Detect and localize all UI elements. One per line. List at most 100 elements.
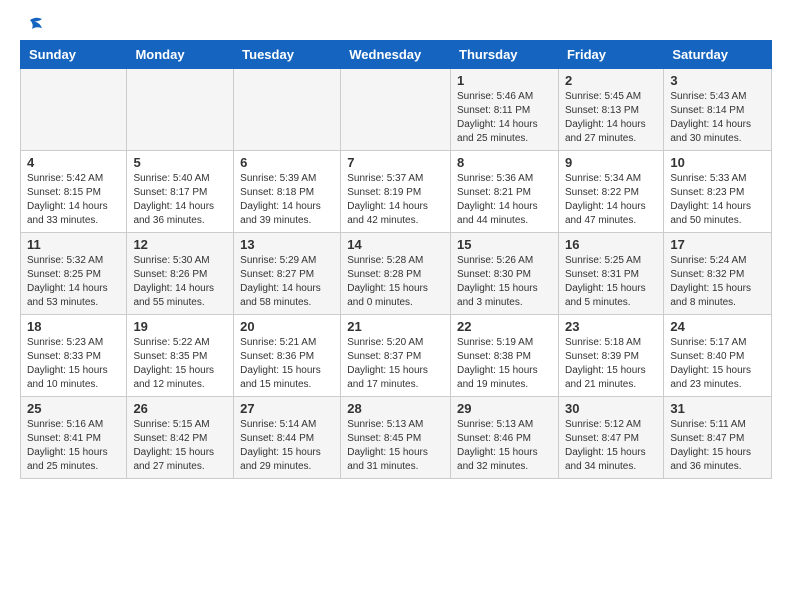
calendar-cell: 5 Sunrise: 5:40 AM Sunset: 8:17 PM Daylig… bbox=[127, 151, 234, 233]
calendar-cell: 2 Sunrise: 5:45 AM Sunset: 8:13 PM Daylig… bbox=[558, 69, 663, 151]
day-info: Sunrise: 5:18 AM Sunset: 8:39 PM Dayligh… bbox=[565, 336, 657, 392]
calendar-cell: 7 Sunrise: 5:37 AM Sunset: 8:19 PM Daylig… bbox=[341, 151, 451, 233]
calendar-cell: 27 Sunrise: 5:14 AM Sunset: 8:44 PM Dayli… bbox=[234, 397, 341, 479]
day-number: 2 bbox=[565, 73, 657, 88]
calendar-cell bbox=[341, 69, 451, 151]
day-info: Sunrise: 5:14 AM Sunset: 8:44 PM Dayligh… bbox=[240, 418, 334, 474]
day-info: Sunrise: 5:26 AM Sunset: 8:30 PM Dayligh… bbox=[457, 254, 552, 310]
calendar-cell: 24 Sunrise: 5:17 AM Sunset: 8:40 PM Dayli… bbox=[664, 315, 772, 397]
day-number: 12 bbox=[133, 237, 227, 252]
day-number: 27 bbox=[240, 401, 334, 416]
calendar-cell: 6 Sunrise: 5:39 AM Sunset: 8:18 PM Daylig… bbox=[234, 151, 341, 233]
logo-bird-icon bbox=[22, 16, 44, 34]
day-info: Sunrise: 5:23 AM Sunset: 8:33 PM Dayligh… bbox=[27, 336, 120, 392]
calendar-cell: 13Sunrise: 5:29 AM Sunset: 8:27 PM Dayli… bbox=[234, 233, 341, 315]
day-number: 5 bbox=[133, 155, 227, 170]
calendar-cell bbox=[127, 69, 234, 151]
day-number: 9 bbox=[565, 155, 657, 170]
day-info: Sunrise: 5:12 AM Sunset: 8:47 PM Dayligh… bbox=[565, 418, 657, 474]
day-info: Sunrise: 5:21 AM Sunset: 8:36 PM Dayligh… bbox=[240, 336, 334, 392]
calendar-week-5: 25 Sunrise: 5:16 AM Sunset: 8:41 PM Dayli… bbox=[21, 397, 772, 479]
calendar-cell: 15 Sunrise: 5:26 AM Sunset: 8:30 PM Dayli… bbox=[451, 233, 559, 315]
day-info: Sunrise: 5:17 AM Sunset: 8:40 PM Dayligh… bbox=[670, 336, 765, 392]
calendar-header-wednesday: Wednesday bbox=[341, 41, 451, 69]
calendar-header-saturday: Saturday bbox=[664, 41, 772, 69]
day-info: Sunrise: 5:30 AM Sunset: 8:26 PM Dayligh… bbox=[133, 254, 227, 310]
day-number: 16 bbox=[565, 237, 657, 252]
calendar-cell: 4 Sunrise: 5:42 AM Sunset: 8:15 PM Daylig… bbox=[21, 151, 127, 233]
day-number: 6 bbox=[240, 155, 334, 170]
day-info: Sunrise: 5:33 AM Sunset: 8:23 PM Dayligh… bbox=[670, 172, 765, 228]
calendar-cell: 8 Sunrise: 5:36 AM Sunset: 8:21 PM Daylig… bbox=[451, 151, 559, 233]
day-number: 7 bbox=[347, 155, 444, 170]
day-info: Sunrise: 5:42 AM Sunset: 8:15 PM Dayligh… bbox=[27, 172, 120, 228]
day-info: Sunrise: 5:13 AM Sunset: 8:45 PM Dayligh… bbox=[347, 418, 444, 474]
day-number: 10 bbox=[670, 155, 765, 170]
calendar-week-1: 1 Sunrise: 5:46 AM Sunset: 8:11 PM Daylig… bbox=[21, 69, 772, 151]
day-info: Sunrise: 5:16 AM Sunset: 8:41 PM Dayligh… bbox=[27, 418, 120, 474]
calendar-cell: 3 Sunrise: 5:43 AM Sunset: 8:14 PM Daylig… bbox=[664, 69, 772, 151]
page-container: SundayMondayTuesdayWednesdayThursdayFrid… bbox=[0, 0, 792, 495]
calendar-cell: 18 Sunrise: 5:23 AM Sunset: 8:33 PM Dayli… bbox=[21, 315, 127, 397]
calendar-cell: 30 Sunrise: 5:12 AM Sunset: 8:47 PM Dayli… bbox=[558, 397, 663, 479]
day-number: 11 bbox=[27, 237, 120, 252]
day-info: Sunrise: 5:39 AM Sunset: 8:18 PM Dayligh… bbox=[240, 172, 334, 228]
day-info: Sunrise: 5:19 AM Sunset: 8:38 PM Dayligh… bbox=[457, 336, 552, 392]
calendar-cell: 26 Sunrise: 5:15 AM Sunset: 8:42 PM Dayli… bbox=[127, 397, 234, 479]
calendar-cell: 16 Sunrise: 5:25 AM Sunset: 8:31 PM Dayli… bbox=[558, 233, 663, 315]
day-number: 24 bbox=[670, 319, 765, 334]
calendar-header-friday: Friday bbox=[558, 41, 663, 69]
calendar-cell: 1 Sunrise: 5:46 AM Sunset: 8:11 PM Daylig… bbox=[451, 69, 559, 151]
header bbox=[20, 16, 772, 30]
calendar-cell: 25 Sunrise: 5:16 AM Sunset: 8:41 PM Dayli… bbox=[21, 397, 127, 479]
day-number: 30 bbox=[565, 401, 657, 416]
day-info: Sunrise: 5:45 AM Sunset: 8:13 PM Dayligh… bbox=[565, 90, 657, 146]
day-info: Sunrise: 5:11 AM Sunset: 8:47 PM Dayligh… bbox=[670, 418, 765, 474]
calendar-cell: 17Sunrise: 5:24 AM Sunset: 8:32 PM Dayli… bbox=[664, 233, 772, 315]
calendar-cell: 22 Sunrise: 5:19 AM Sunset: 8:38 PM Dayli… bbox=[451, 315, 559, 397]
calendar-cell: 11 Sunrise: 5:32 AM Sunset: 8:25 PM Dayli… bbox=[21, 233, 127, 315]
calendar-header-tuesday: Tuesday bbox=[234, 41, 341, 69]
calendar-week-2: 4 Sunrise: 5:42 AM Sunset: 8:15 PM Daylig… bbox=[21, 151, 772, 233]
calendar-cell bbox=[234, 69, 341, 151]
day-number: 25 bbox=[27, 401, 120, 416]
day-number: 1 bbox=[457, 73, 552, 88]
day-number: 22 bbox=[457, 319, 552, 334]
day-info: Sunrise: 5:15 AM Sunset: 8:42 PM Dayligh… bbox=[133, 418, 227, 474]
day-info: Sunrise: 5:34 AM Sunset: 8:22 PM Dayligh… bbox=[565, 172, 657, 228]
calendar-cell: 12 Sunrise: 5:30 AM Sunset: 8:26 PM Dayli… bbox=[127, 233, 234, 315]
day-info: Sunrise: 5:43 AM Sunset: 8:14 PM Dayligh… bbox=[670, 90, 765, 146]
day-info: Sunrise: 5:46 AM Sunset: 8:11 PM Dayligh… bbox=[457, 90, 552, 146]
day-info: Sunrise: 5:25 AM Sunset: 8:31 PM Dayligh… bbox=[565, 254, 657, 310]
day-info: Sunrise: 5:24 AM Sunset: 8:32 PM Dayligh… bbox=[670, 254, 765, 310]
day-info: Sunrise: 5:40 AM Sunset: 8:17 PM Dayligh… bbox=[133, 172, 227, 228]
calendar-header-monday: Monday bbox=[127, 41, 234, 69]
day-number: 31 bbox=[670, 401, 765, 416]
calendar-cell: 10 Sunrise: 5:33 AM Sunset: 8:23 PM Dayli… bbox=[664, 151, 772, 233]
calendar-cell: 14Sunrise: 5:28 AM Sunset: 8:28 PM Dayli… bbox=[341, 233, 451, 315]
day-number: 28 bbox=[347, 401, 444, 416]
calendar-cell: 31 Sunrise: 5:11 AM Sunset: 8:47 PM Dayli… bbox=[664, 397, 772, 479]
calendar-header-thursday: Thursday bbox=[451, 41, 559, 69]
calendar-table: SundayMondayTuesdayWednesdayThursdayFrid… bbox=[20, 40, 772, 479]
day-number: 26 bbox=[133, 401, 227, 416]
day-number: 18 bbox=[27, 319, 120, 334]
day-number: 15 bbox=[457, 237, 552, 252]
day-info: Sunrise: 5:36 AM Sunset: 8:21 PM Dayligh… bbox=[457, 172, 552, 228]
day-number: 19 bbox=[133, 319, 227, 334]
day-info: Sunrise: 5:37 AM Sunset: 8:19 PM Dayligh… bbox=[347, 172, 444, 228]
day-info: Sunrise: 5:22 AM Sunset: 8:35 PM Dayligh… bbox=[133, 336, 227, 392]
day-number: 23 bbox=[565, 319, 657, 334]
day-info: Sunrise: 5:13 AM Sunset: 8:46 PM Dayligh… bbox=[457, 418, 552, 474]
calendar-cell: 20 Sunrise: 5:21 AM Sunset: 8:36 PM Dayli… bbox=[234, 315, 341, 397]
day-number: 20 bbox=[240, 319, 334, 334]
calendar-cell: 9 Sunrise: 5:34 AM Sunset: 8:22 PM Daylig… bbox=[558, 151, 663, 233]
day-info: Sunrise: 5:32 AM Sunset: 8:25 PM Dayligh… bbox=[27, 254, 120, 310]
logo bbox=[20, 16, 44, 30]
day-number: 8 bbox=[457, 155, 552, 170]
day-number: 3 bbox=[670, 73, 765, 88]
calendar-header-row: SundayMondayTuesdayWednesdayThursdayFrid… bbox=[21, 41, 772, 69]
day-info: Sunrise: 5:28 AM Sunset: 8:28 PM Dayligh… bbox=[347, 254, 444, 310]
calendar-cell: 29Sunrise: 5:13 AM Sunset: 8:46 PM Dayli… bbox=[451, 397, 559, 479]
day-number: 4 bbox=[27, 155, 120, 170]
